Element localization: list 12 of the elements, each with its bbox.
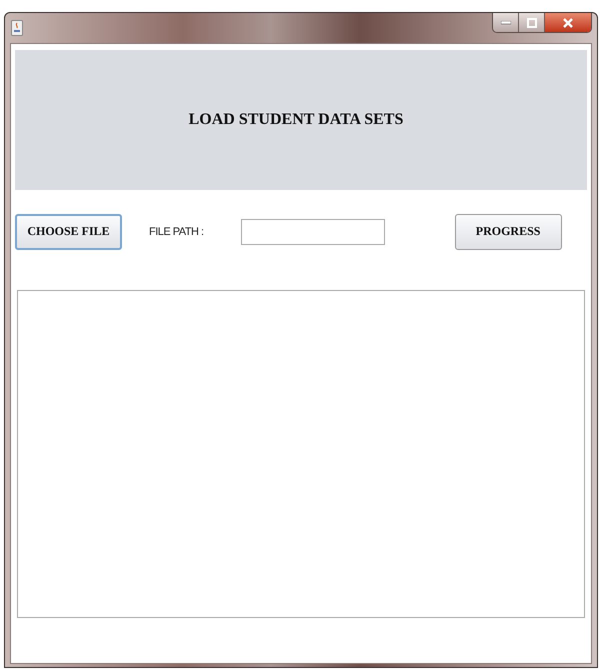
minimize-button[interactable] [493,13,519,32]
app-icon [11,20,23,36]
close-button[interactable] [545,13,591,32]
choose-file-button[interactable]: CHOOSE FILE [15,214,122,250]
maximize-icon [526,18,536,28]
progress-button[interactable]: PROGRESS [454,214,562,250]
minimize-icon [500,20,510,24]
header-title: LOAD STUDENT DATA SETS [188,111,404,129]
file-path-label: FILE PATH : [149,226,204,238]
file-path-field[interactable] [240,218,385,244]
maximize-button[interactable] [519,13,545,32]
close-icon [562,18,574,28]
